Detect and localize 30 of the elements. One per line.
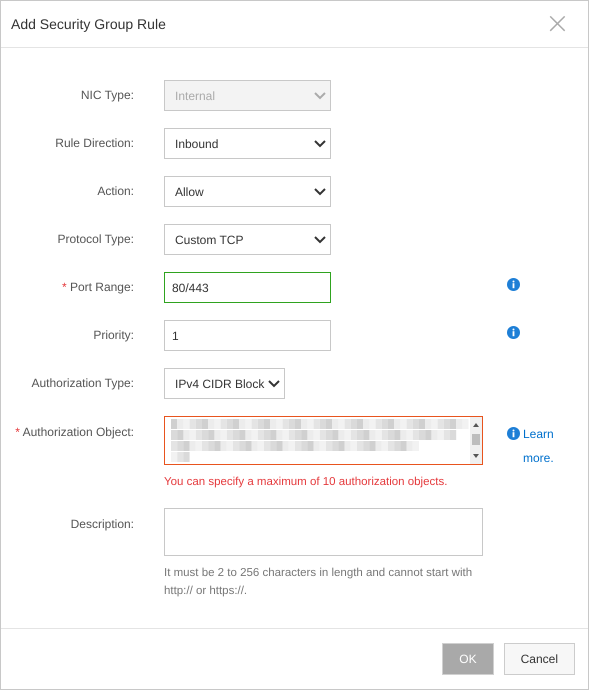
learn-more-link[interactable]: Learn more. (523, 422, 575, 470)
cancel-button[interactable]: Cancel (504, 643, 575, 675)
field-label: Description: (70, 516, 134, 532)
text-field[interactable]: 1 (164, 320, 331, 351)
chevron-icon (268, 380, 280, 388)
help-text: It must be 2 to 256 characters in length and cannot start with http:// or https://. (164, 566, 474, 599)
chevron-icon (314, 92, 326, 100)
chevron-icon (314, 140, 326, 148)
field-label: Protocol Type: (56, 231, 134, 247)
chevron-icon (314, 188, 326, 196)
dialog-title: Add Security Group Rule (11, 16, 166, 32)
field-label: Rule Direction: (54, 135, 134, 151)
scrollbar-icon (470, 417, 482, 464)
text-field[interactable]: 80/443 (164, 272, 331, 303)
select-field[interactable]: Allow (164, 176, 331, 207)
field-label: Priority: (92, 327, 134, 343)
select-field[interactable]: Inbound (164, 128, 331, 159)
chevron-icon (314, 236, 326, 244)
info-icon[interactable] (507, 427, 520, 440)
info-icon[interactable] (507, 326, 520, 339)
info-icon[interactable] (507, 278, 520, 291)
field-label: NIC Type: (80, 87, 134, 103)
error-message: You can specify a maximum of 10 authorization objects. (164, 475, 448, 490)
select-field[interactable]: IPv4 CIDR Block (164, 368, 285, 399)
field-label: * Authorization Object: (14, 424, 134, 440)
field-label: Action: (96, 183, 134, 199)
select-field[interactable]: Custom TCP (164, 224, 331, 255)
text-area[interactable] (164, 416, 483, 465)
field-label: * Port Range: (60, 279, 134, 295)
field-label: Authorization Type: (30, 375, 134, 391)
